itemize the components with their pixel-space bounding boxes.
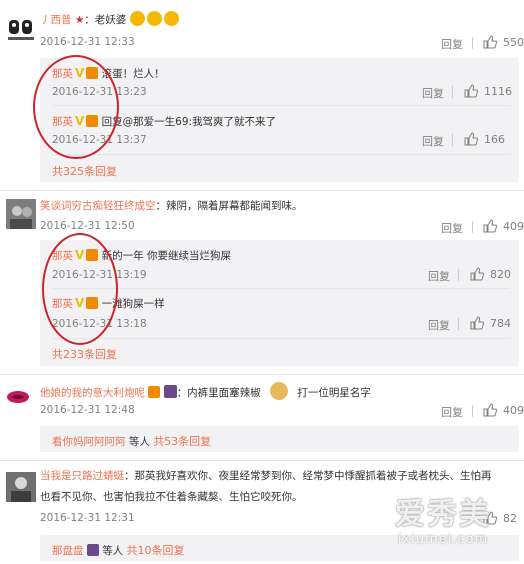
divider bbox=[52, 338, 510, 339]
divider bbox=[0, 460, 524, 461]
like-count: 409 bbox=[503, 403, 524, 417]
comment-username[interactable]: 当我是只路过蜻蜓 bbox=[40, 470, 124, 482]
divider bbox=[458, 269, 459, 281]
avatar[interactable] bbox=[6, 14, 36, 44]
like-button[interactable]: 409 bbox=[483, 219, 524, 233]
watermark: 爱秀美 ixiumei.com bbox=[395, 497, 491, 548]
emoji-thumb-icon bbox=[129, 11, 145, 26]
thumb-up-icon bbox=[483, 35, 497, 49]
more-replies-link[interactable]: 共325条回复 bbox=[52, 163, 117, 179]
reply-button[interactable]: 回复 bbox=[441, 36, 463, 52]
reply-text: 新的一年 你要继续当烂狗屎 bbox=[101, 250, 231, 262]
emoji-icon bbox=[86, 544, 99, 556]
like-count: 550 bbox=[503, 35, 524, 49]
thumb-up-icon bbox=[470, 267, 484, 281]
reply-summary-text: 等人 bbox=[128, 436, 150, 448]
comment-text: ：老妖婆 bbox=[84, 14, 127, 26]
reply-button[interactable]: 回复 bbox=[441, 220, 463, 236]
reply-summary-user[interactable]: 那盘盘 bbox=[52, 545, 84, 557]
comment-time: 2016-12-31 12:33 bbox=[40, 36, 135, 48]
reply-summary-user[interactable]: 看你妈阿阿阿阿 bbox=[52, 436, 126, 448]
like-count: 1116 bbox=[484, 84, 512, 98]
comment-text-line: 丿西普 ★：老妖婆 bbox=[40, 11, 179, 27]
reply-summary: 看你妈阿阿阿阿 等人 共53条回复 bbox=[52, 433, 211, 449]
divider bbox=[452, 134, 453, 146]
divider bbox=[0, 190, 524, 191]
thumb-up-icon bbox=[483, 219, 497, 233]
more-replies-link[interactable]: 共10条回复 bbox=[127, 544, 185, 557]
divider bbox=[472, 221, 473, 233]
reply-button[interactable]: 回复 bbox=[441, 404, 463, 420]
more-replies-link[interactable]: 共53条回复 bbox=[153, 435, 211, 448]
emoji-thumb-icon bbox=[163, 11, 179, 26]
star-icon: ★ bbox=[74, 14, 85, 26]
divider bbox=[52, 154, 510, 155]
avatar[interactable] bbox=[6, 199, 36, 229]
comment-username[interactable]: 他娘的我的意大利炮呢 bbox=[40, 387, 145, 399]
like-button[interactable]: 550 bbox=[483, 35, 524, 49]
divider bbox=[0, 374, 524, 375]
highlight-circle bbox=[42, 233, 118, 345]
avatar[interactable] bbox=[6, 387, 36, 417]
emoji-thumb-icon bbox=[146, 11, 162, 26]
highlight-circle bbox=[33, 55, 119, 159]
reply-button[interactable]: 回复 bbox=[422, 133, 444, 149]
comment-text-2: 打一位明星名字 bbox=[297, 387, 371, 399]
watermark-url: ixiumei.com bbox=[397, 532, 489, 547]
thumb-up-icon bbox=[483, 403, 497, 417]
reply-button[interactable]: 回复 bbox=[428, 268, 450, 284]
like-count: 166 bbox=[484, 132, 505, 146]
reply-summary-text: 等人 bbox=[102, 545, 124, 557]
like-count: 820 bbox=[490, 267, 511, 281]
divider bbox=[52, 105, 510, 106]
comment-time: 2016-12-31 12:50 bbox=[40, 220, 135, 232]
like-button[interactable]: 784 bbox=[470, 316, 511, 330]
avatar[interactable] bbox=[6, 472, 36, 502]
comment-text: ：那英我好喜欢你、夜里经常梦到你、经常梦中悸醒抓着被子或者枕头、生怕再 bbox=[124, 470, 492, 482]
emoji-icon bbox=[163, 385, 177, 398]
comment-text-line: 当我是只路过蜻蜓：那英我好喜欢你、夜里经常梦到你、经常梦中悸醒抓着被子或者枕头、… bbox=[40, 468, 492, 483]
like-button[interactable]: 820 bbox=[470, 267, 511, 281]
divider bbox=[458, 318, 459, 330]
like-button[interactable]: 1116 bbox=[464, 84, 512, 98]
doge-emoji-icon bbox=[270, 382, 289, 400]
divider bbox=[472, 37, 473, 49]
divider bbox=[472, 405, 473, 417]
thumb-up-icon bbox=[470, 316, 484, 330]
comment-text: ：内裤里面塞辣椒 bbox=[176, 387, 261, 399]
watermark-logo: 爱秀美 bbox=[395, 497, 491, 532]
like-button[interactable]: 166 bbox=[464, 132, 505, 146]
thumb-up-icon bbox=[464, 132, 478, 146]
reply-button[interactable]: 回复 bbox=[422, 85, 444, 101]
comment-text-line: 笑谈词穷古痴轻狂终成空：辣阴，隔着屏幕都能闻到味。 bbox=[40, 198, 303, 213]
comment-text-line: 他娘的我的意大利炮呢 ：内裤里面塞辣椒 打一位明星名字 bbox=[40, 382, 371, 400]
divider bbox=[52, 288, 510, 289]
divider bbox=[452, 86, 453, 98]
comment-username[interactable]: 丿西普 bbox=[40, 14, 72, 26]
like-count: 784 bbox=[490, 316, 511, 330]
comment-time: 2016-12-31 12:48 bbox=[40, 404, 135, 416]
thumb-up-icon bbox=[464, 84, 478, 98]
more-replies-link[interactable]: 共233条回复 bbox=[52, 346, 117, 362]
member-badge-icon bbox=[148, 386, 161, 398]
comment-text: ：辣阴，隔着屏幕都能闻到味。 bbox=[155, 200, 303, 212]
like-count: 409 bbox=[503, 219, 524, 233]
reply-text: 回复@那爱一生69:我驾爽了就不来了 bbox=[101, 116, 277, 128]
like-button[interactable]: 409 bbox=[483, 403, 524, 417]
reply-button[interactable]: 回复 bbox=[428, 317, 450, 333]
comment-username[interactable]: 笑谈词穷古痴轻狂终成空 bbox=[40, 200, 156, 212]
reply-summary: 那盘盘 等人 共10条回复 bbox=[52, 542, 185, 558]
like-count: 82 bbox=[503, 511, 517, 525]
comment-text-line-2: 也看不见你、也害怕我拉不住着条藏獒、生怕它咬死你。 bbox=[40, 491, 303, 503]
comment-time: 2016-12-31 12:31 bbox=[40, 512, 135, 524]
